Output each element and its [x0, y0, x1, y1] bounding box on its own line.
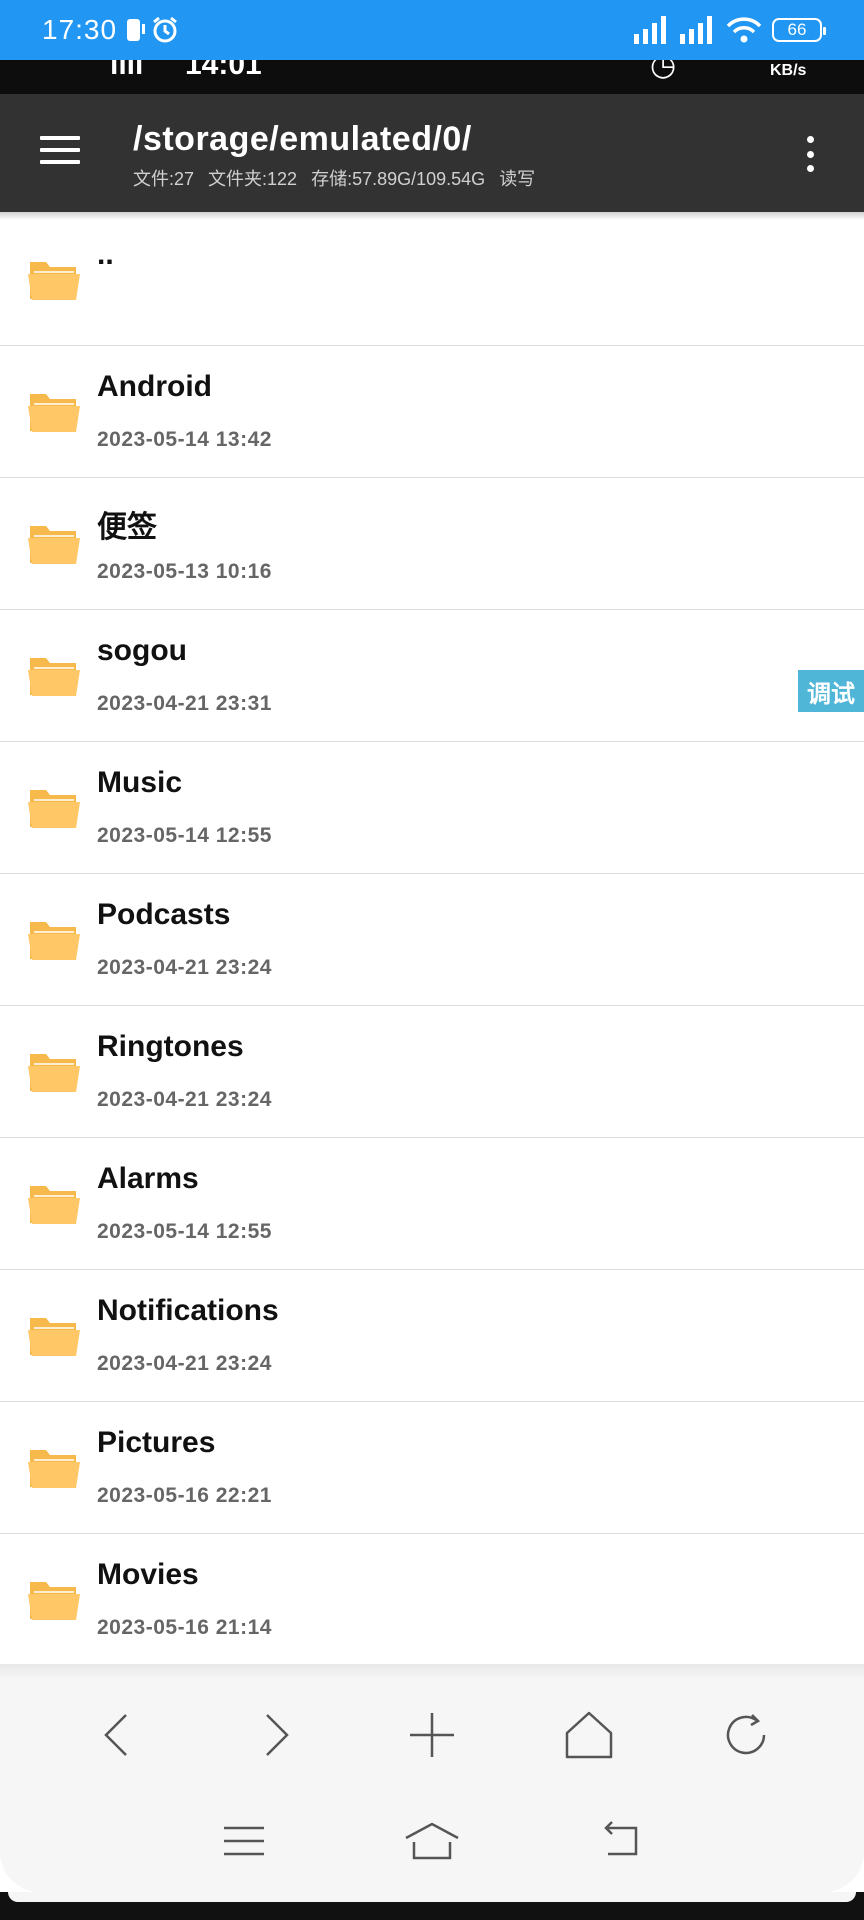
file-date: 2023-04-21 23:31: [97, 692, 272, 715]
list-item[interactable]: Alarms 2023-05-14 12:55: [0, 1138, 864, 1270]
file-name: 便签: [97, 511, 157, 544]
file-name: Pictures: [97, 1426, 216, 1459]
list-item[interactable]: Android 2023-05-14 13:42: [0, 346, 864, 478]
system-home-button[interactable]: [397, 1811, 467, 1871]
folder-icon: [28, 1450, 80, 1488]
list-item[interactable]: sogou 2023-04-21 23:31: [0, 610, 864, 742]
forward-button[interactable]: [240, 1700, 310, 1770]
back-arrow-icon: [604, 1821, 638, 1856]
menu-lines-icon: [224, 1826, 264, 1856]
refresh-icon: [726, 1714, 765, 1755]
folder-icon: [28, 526, 80, 564]
file-list: .. Android 2023-05-14 13:42 便签 2023-05-1…: [0, 214, 864, 1666]
signal-icon: [680, 16, 712, 44]
list-item[interactable]: ..: [0, 214, 864, 346]
battery-icon: 66: [772, 18, 826, 42]
access-mode: 读写: [499, 169, 536, 189]
status-bar: 17:30 66: [0, 0, 864, 60]
file-date: 2023-05-16 22:21: [97, 1484, 272, 1507]
current-path: /storage/emulated/0/: [133, 120, 472, 158]
status-time: 17:30: [42, 14, 118, 45]
file-date: 2023-04-21 23:24: [97, 1088, 272, 1111]
file-date: 2023-05-13 10:16: [97, 560, 272, 583]
phone-icon: [127, 19, 146, 41]
folder-icon: [28, 394, 80, 432]
storage-stats: 文件:27 文件夹:122 存储:57.89G/109.54G 读写: [133, 165, 535, 191]
folder-icon: [28, 1318, 80, 1356]
folder-icon: [28, 1186, 80, 1224]
list-item[interactable]: Ringtones 2023-04-21 23:24: [0, 1006, 864, 1138]
back-button[interactable]: [83, 1700, 153, 1770]
file-name: sogou: [97, 634, 187, 667]
file-count: 文件:27: [133, 169, 195, 189]
add-button[interactable]: [397, 1700, 467, 1770]
file-date: 2023-05-16 21:14: [97, 1616, 272, 1639]
file-name: Android: [97, 370, 212, 403]
home-button[interactable]: [554, 1700, 624, 1770]
plus-icon: [409, 1713, 454, 1757]
file-name: Podcasts: [97, 898, 231, 931]
file-date: 2023-04-21 23:24: [97, 1352, 272, 1375]
list-item[interactable]: Podcasts 2023-04-21 23:24: [0, 874, 864, 1006]
list-item[interactable]: Pictures 2023-05-16 22:21: [0, 1402, 864, 1534]
folder-icon: [28, 1054, 80, 1092]
captured-status-strip: ıııl 14:01 ◷ KB/s: [0, 60, 864, 94]
file-name: Music: [97, 766, 183, 799]
signal-icon: [634, 16, 666, 44]
storage-usage: 存储:57.89G/109.54G: [311, 169, 486, 189]
file-name: Notifications: [97, 1294, 279, 1327]
file-date: 2023-05-14 12:55: [97, 1220, 272, 1243]
file-date: 2023-05-14 12:55: [97, 824, 272, 847]
file-name: ..: [97, 238, 114, 271]
refresh-button[interactable]: [711, 1700, 781, 1770]
list-item[interactable]: 便签 2023-05-13 10:16: [0, 478, 864, 610]
list-item[interactable]: Notifications 2023-04-21 23:24: [0, 1270, 864, 1402]
home-icon: [565, 1711, 613, 1759]
recent-apps-button[interactable]: [209, 1811, 279, 1871]
hamburger-menu-icon[interactable]: [40, 136, 80, 166]
file-date: 2023-04-21 23:24: [97, 956, 272, 979]
folder-icon: [28, 262, 80, 300]
folder-icon: [28, 790, 80, 828]
home-outline-icon: [405, 1822, 459, 1860]
file-date: 2023-05-14 13:42: [97, 428, 272, 451]
list-item[interactable]: Music 2023-05-14 12:55: [0, 742, 864, 874]
folder-icon: [28, 922, 80, 960]
chevron-right-icon: [266, 1714, 289, 1756]
folder-icon: [28, 658, 80, 696]
alarm-icon: [153, 16, 178, 43]
file-name: Alarms: [97, 1162, 199, 1195]
more-options-icon[interactable]: [804, 136, 816, 172]
wifi-icon: [726, 17, 762, 43]
bottom-toolbar: [0, 1680, 864, 1790]
folder-icon: [28, 1582, 80, 1620]
file-name: Ringtones: [97, 1030, 244, 1063]
app-header: /storage/emulated/0/ 文件:27 文件夹:122 存储:57…: [0, 94, 864, 212]
chevron-left-icon: [104, 1714, 128, 1756]
system-back-button[interactable]: [585, 1811, 655, 1871]
list-item[interactable]: Movies 2023-05-16 21:14: [0, 1534, 864, 1666]
debug-tab[interactable]: 调试: [798, 670, 864, 712]
folder-count: 文件夹:122: [208, 169, 298, 189]
file-name: Movies: [97, 1558, 199, 1591]
system-nav-bar: [0, 1790, 864, 1892]
